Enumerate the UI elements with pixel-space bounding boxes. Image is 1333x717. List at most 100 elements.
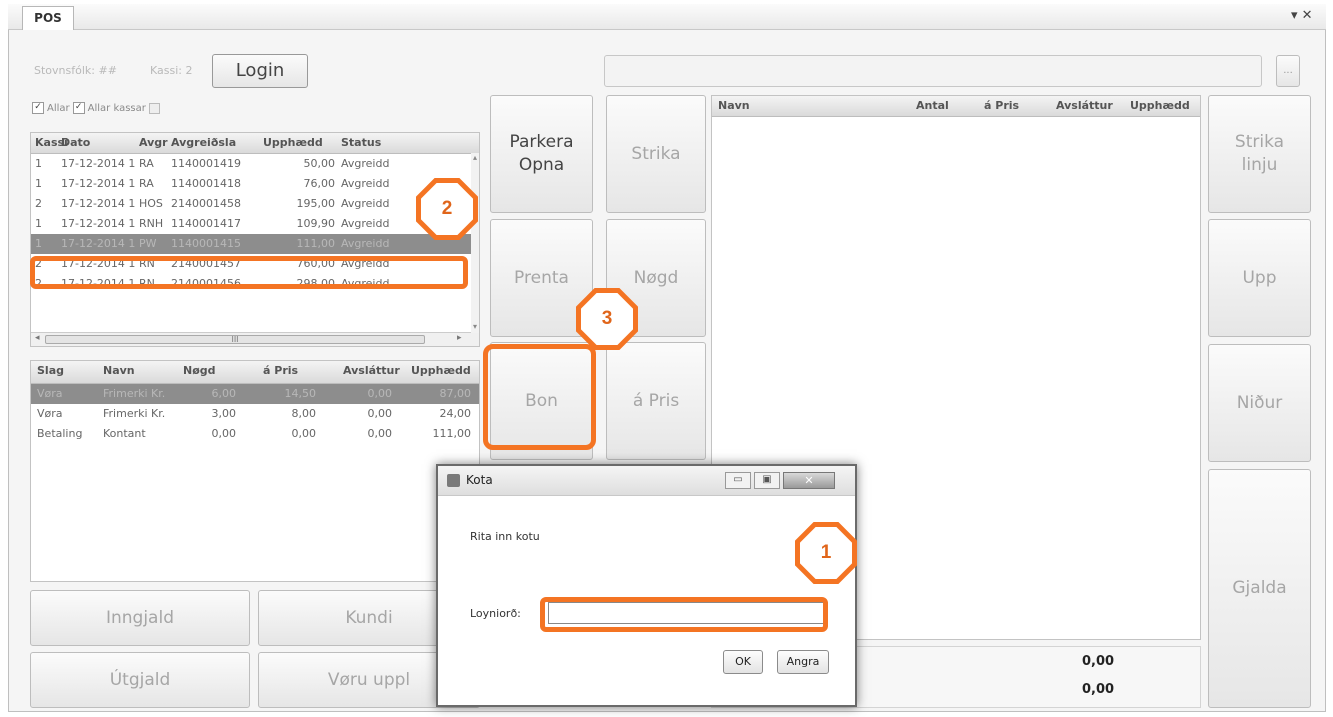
table-cell: RA — [139, 177, 154, 190]
total-1: 0,00 — [1082, 654, 1115, 669]
list-item[interactable]: Vøra Frimerki Kr. 3,00 8,00 0,00 24,00 — [31, 404, 479, 424]
scroll-down-icon[interactable]: ▾ — [471, 322, 479, 331]
app-icon — [447, 474, 460, 487]
inngjald-button[interactable]: Inngjald — [30, 590, 250, 646]
col-a-pris[interactable]: á Pris — [263, 361, 298, 381]
col-upphaedd[interactable]: Upphædd — [263, 133, 323, 153]
table-cell: RNH — [139, 217, 164, 230]
nidur-button[interactable]: Niður — [1208, 344, 1311, 462]
table-cell: 17-12-2014 1 — [61, 237, 136, 250]
table-cell: 0,00 — [291, 427, 317, 440]
login-button[interactable]: Login — [212, 54, 308, 88]
tab-strip — [8, 4, 1326, 30]
minimize-icon[interactable]: ▭ — [725, 472, 751, 489]
table-cell: 1140001419 — [171, 157, 241, 170]
col-avslattur[interactable]: Avsláttur — [343, 361, 400, 381]
table-cell: 0,00 — [211, 427, 237, 440]
table-row[interactable]: 1 17-12-2014 1 RA 1140001418 76,00 Avgreidd — [31, 174, 479, 194]
table-cell: 17-12-2014 1 — [61, 157, 136, 170]
table-row[interactable]: 1 17-12-2014 1 PW 1140001415 111,00 Avgreidd — [31, 234, 479, 254]
table-cell: 195,00 — [296, 197, 336, 210]
store-label: Stovnsfólk: ## — [34, 64, 117, 77]
search-input[interactable] — [604, 55, 1262, 87]
scroll-up-icon[interactable]: ▴ — [471, 153, 479, 162]
col-navn[interactable]: Navn — [103, 361, 135, 381]
table-cell: HOS — [139, 197, 163, 210]
table-cell: Avgreidd — [341, 197, 390, 210]
kassi-label-text: Kassi: — [150, 64, 182, 77]
table-cell: 8,00 — [291, 407, 317, 420]
col-cart-a-pris[interactable]: á Pris — [984, 96, 1019, 116]
password-label: Loyniorð: — [470, 607, 521, 620]
table-cell: 1 — [35, 237, 42, 250]
col-slag[interactable]: Slag — [37, 361, 64, 381]
scroll-thumb[interactable]: III — [45, 335, 425, 344]
utgjald-button[interactable]: Útgjald — [30, 652, 250, 708]
table-cell: Vøra — [37, 407, 63, 420]
highlight-password-field — [540, 597, 828, 632]
table-cell: 111,00 — [432, 427, 472, 440]
list-item[interactable]: Vøra Frimerki Kr. 6,00 14,50 0,00 87,00 — [31, 384, 479, 404]
allar-kassar-checkbox[interactable]: ✓ — [72, 102, 85, 114]
table-cell: 1140001417 — [171, 217, 241, 230]
parkera-opna-button[interactable]: Parkera Opna — [490, 95, 593, 213]
scroll-left-icon[interactable]: ◂ — [35, 333, 40, 343]
col-nogd[interactable]: Nøgd — [183, 361, 216, 381]
kota-dialog: Kota ▭ ▣ ✕ Rita inn kotu Loyniorð: OK An… — [436, 464, 857, 707]
list-item[interactable]: Betaling Kontant 0,00 0,00 0,00 111,00 — [31, 424, 479, 444]
table-cell: 109,90 — [296, 217, 336, 230]
table-row[interactable]: 2 17-12-2014 1 HOS 2140001458 195,00 Avgreidd — [31, 194, 479, 214]
col-avgreidsla[interactable]: Avgreiðsla — [171, 133, 236, 153]
table-cell: Betaling — [37, 427, 83, 440]
table-cell: 111,00 — [296, 237, 336, 250]
gjalda-button[interactable]: Gjalda — [1208, 469, 1311, 708]
cancel-button[interactable]: Angra — [777, 650, 829, 674]
table-cell: 17-12-2014 1 — [61, 177, 136, 190]
highlight-selected-row — [30, 256, 468, 289]
table-cell: 87,00 — [439, 387, 472, 400]
upp-button[interactable]: Upp — [1208, 219, 1311, 337]
orders-table: Kassi Dato Avgr Avgreiðsla Upphædd Statu… — [30, 132, 480, 347]
col-avgr[interactable]: Avgr — [139, 133, 168, 153]
browse-button[interactable]: ... — [1276, 55, 1300, 87]
horizontal-scrollbar[interactable]: ◂ III ▸ — [31, 332, 479, 346]
col-cart-avslattur[interactable]: Avsláttur — [1056, 96, 1113, 116]
dialog-prompt: Rita inn kotu — [470, 530, 540, 543]
window-controls-icon[interactable]: ▾ ✕ — [1291, 8, 1313, 23]
table-cell: Frimerki Kr. — [103, 407, 166, 420]
vertical-scrollbar[interactable]: ▴ ▾ — [471, 153, 479, 333]
refresh-icon[interactable] — [148, 102, 160, 114]
scroll-right-icon[interactable]: ▸ — [457, 333, 462, 343]
col-cart-navn[interactable]: Navn — [718, 96, 750, 116]
maximize-icon[interactable]: ▣ — [754, 472, 780, 489]
kassi-value: 2 — [185, 64, 193, 77]
tab-pos[interactable]: POS — [22, 6, 74, 30]
col-cart-antal[interactable]: Antal — [916, 96, 949, 116]
table-cell: 1 — [35, 157, 42, 170]
col-upphaedd-lines[interactable]: Upphædd — [411, 361, 471, 381]
allar-kassar-label: Allar kassar — [87, 102, 146, 114]
col-cart-upphaedd[interactable]: Upphædd — [1130, 96, 1190, 116]
table-cell: 50,00 — [303, 157, 336, 170]
allar-label: Allar — [47, 102, 70, 114]
highlight-bon-button — [483, 344, 596, 450]
table-cell: 3,00 — [211, 407, 237, 420]
store-value: ## — [98, 64, 117, 77]
a-pris-button[interactable]: á Pris — [606, 342, 706, 460]
allar-checkbox[interactable]: ✓ — [32, 102, 44, 114]
table-cell: 2 — [35, 197, 42, 210]
table-cell: 1140001415 — [171, 237, 241, 250]
table-cell: Frimerki Kr. — [103, 387, 166, 400]
col-status[interactable]: Status — [341, 133, 381, 153]
strika-button[interactable]: Strika — [606, 95, 706, 213]
ok-button[interactable]: OK — [723, 650, 763, 674]
strika-linju-button[interactable]: Strika linju — [1208, 95, 1311, 213]
table-cell: Kontant — [103, 427, 146, 440]
col-dato[interactable]: Dato — [61, 133, 90, 153]
dialog-title: Kota — [466, 473, 493, 487]
table-row[interactable]: 1 17-12-2014 1 RNH 1140001417 109,90 Avgreidd — [31, 214, 479, 234]
table-cell: 0,00 — [367, 387, 393, 400]
close-icon[interactable]: ✕ — [783, 472, 835, 489]
kassi-label: Kassi: 2 — [150, 64, 193, 77]
table-row[interactable]: 1 17-12-2014 1 RA 1140001419 50,00 Avgreidd — [31, 154, 479, 174]
